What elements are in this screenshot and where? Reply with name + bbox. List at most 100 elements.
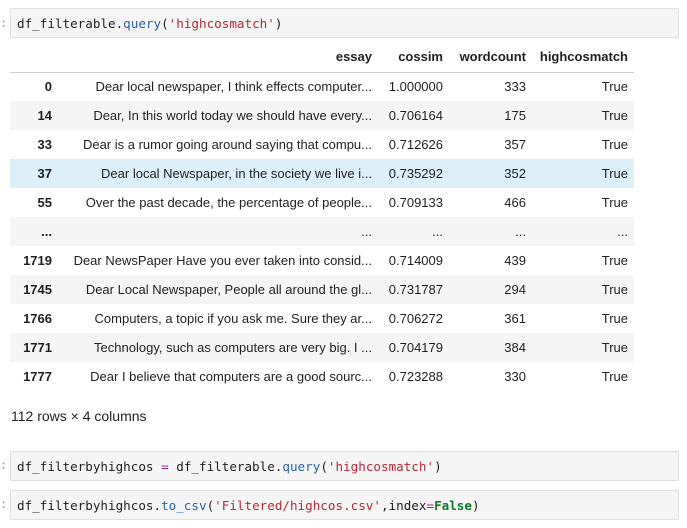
cell-essay: Dear local newspaper, I think effects co… xyxy=(95,79,372,95)
code-cell-to-csv[interactable]: df_filterbyhighcos.to_csv('Filtered/high… xyxy=(10,490,679,520)
cell-cossim: 0.723288 xyxy=(388,369,443,384)
column-header-cossim: cossim xyxy=(378,42,449,73)
column-header-essay: essay xyxy=(58,42,378,73)
cell-wordcount: 333 xyxy=(504,79,526,95)
index-header xyxy=(10,42,58,73)
dataframe-table: essay cossim wordcount highcosmatch 0 Dea… xyxy=(10,42,634,391)
row-index: 1745 xyxy=(23,282,52,297)
cell-highcosmatch: True xyxy=(601,282,628,297)
cell-cossim: ... xyxy=(432,224,443,239)
table-row[interactable]: 1745 Dear Local Newspaper, People all aro… xyxy=(10,275,634,304)
column-header-highcosmatch: highcosmatch xyxy=(532,42,634,73)
code-token: query xyxy=(123,16,162,31)
column-header-wordcount: wordcount xyxy=(449,42,532,73)
table-row[interactable]: 37 Dear local Newspaper, in the society w… xyxy=(10,159,634,188)
row-index: 1766 xyxy=(23,311,52,326)
row-index: 1771 xyxy=(23,340,52,355)
code-token: 'highcosmatch' xyxy=(327,459,435,474)
cell-essay: Computers, a topic if you ask me. Sure t… xyxy=(94,311,372,326)
cell-wordcount: 294 xyxy=(504,282,526,297)
table-row[interactable]: 1766 Computers, a topic if you ask me. Su… xyxy=(10,304,634,333)
table-row[interactable]: 1771 Technology, such as computers are ve… xyxy=(10,333,634,362)
code-token: ) xyxy=(434,459,442,474)
code-token: query xyxy=(282,459,321,474)
cell-cossim: 0.706272 xyxy=(388,311,443,326)
row-index: 1719 xyxy=(23,253,52,268)
cell-highcosmatch: True xyxy=(601,79,628,95)
row-index: ... xyxy=(41,224,52,239)
code-line[interactable]: df_filterable.query('highcosmatch') xyxy=(17,16,282,32)
cell-wordcount: 357 xyxy=(504,137,526,152)
code-cell-assign[interactable]: df_filterbyhighcos = df_filterable.query… xyxy=(10,451,679,481)
table-row[interactable]: 55 Over the past decade, the percentage o… xyxy=(10,188,634,217)
code-token: False xyxy=(434,498,472,513)
cell-cossim: 0.709133 xyxy=(388,195,443,210)
code-token: ) xyxy=(471,498,480,513)
cell-essay: Dear local Newspaper, in the society we … xyxy=(101,166,372,181)
code-token: df_filterbyhighcos xyxy=(17,459,162,474)
cell-cossim: 0.714009 xyxy=(388,253,443,268)
table-row[interactable]: 1777 Dear I believe that computers are a … xyxy=(10,362,634,391)
code-token: = xyxy=(426,498,435,513)
cell-cossim: 1.000000 xyxy=(388,79,443,95)
cell-highcosmatch: True xyxy=(601,195,628,210)
cell-highcosmatch: True xyxy=(601,369,628,384)
cell-prompt-marker: : xyxy=(0,16,8,30)
cell-cossim: 0.712626 xyxy=(388,137,443,152)
code-line[interactable]: df_filterbyhighcos = df_filterable.query… xyxy=(17,459,442,475)
row-index: 33 xyxy=(37,137,52,152)
cell-wordcount: 175 xyxy=(504,108,526,123)
row-index: 14 xyxy=(37,108,52,123)
cell-essay: Over the past decade, the percentage of … xyxy=(85,195,372,210)
cell-highcosmatch: True xyxy=(601,311,628,326)
code-token: df_filterable. xyxy=(168,459,283,474)
cell-essay: Technology, such as computers are very b… xyxy=(94,340,372,355)
table-row[interactable]: 33 Dear is a rumor going around saying th… xyxy=(10,130,634,159)
code-cell-query[interactable]: df_filterable.query('highcosmatch') xyxy=(10,8,679,38)
cell-essay: Dear NewsPaper Have you ever taken into … xyxy=(73,253,372,268)
row-index: 0 xyxy=(44,79,52,95)
cell-wordcount: ... xyxy=(515,224,526,239)
cell-essay: Dear is a rumor going around saying that… xyxy=(82,137,372,152)
code-token: 'highcosmatch' xyxy=(168,16,275,31)
cell-essay: Dear Local Newspaper, People all around … xyxy=(85,282,372,297)
cell-essay: Dear, In this world today we should have… xyxy=(93,108,372,123)
table-row[interactable]: 14 Dear, In this world today we should ha… xyxy=(10,101,634,130)
code-token: ,index xyxy=(380,498,427,513)
cell-highcosmatch: ... xyxy=(617,224,628,239)
cell-cossim: 0.706164 xyxy=(388,108,443,123)
dataframe-shape-text: 112 rows × 4 columns xyxy=(11,408,147,424)
code-token: ) xyxy=(274,16,283,31)
table-row[interactable]: 0 Dear local newspaper, I think effects c… xyxy=(10,72,634,101)
cell-highcosmatch: True xyxy=(601,166,628,181)
cell-highcosmatch: True xyxy=(601,137,628,152)
row-index: 55 xyxy=(37,195,52,210)
code-token: 'Filtered/highcos.csv' xyxy=(214,498,381,513)
cell-essay: Dear I believe that computers are a good… xyxy=(90,369,372,384)
cell-wordcount: 352 xyxy=(504,166,526,181)
cell-wordcount: 384 xyxy=(504,340,526,355)
code-token: to_csv xyxy=(161,498,207,513)
cell-highcosmatch: True xyxy=(601,253,628,268)
cell-cossim: 0.735292 xyxy=(388,166,443,181)
table-row[interactable]: ............... xyxy=(10,217,634,246)
table-header-row: essay cossim wordcount highcosmatch xyxy=(10,42,634,73)
row-index: 1777 xyxy=(23,369,52,384)
table-row[interactable]: 1719 Dear NewsPaper Have you ever taken i… xyxy=(10,246,634,275)
cell-wordcount: 361 xyxy=(504,311,526,326)
cell-prompt-marker: : xyxy=(0,458,8,472)
code-token: df_filterable. xyxy=(17,16,124,31)
cell-cossim: 0.731787 xyxy=(388,282,443,297)
row-index: 37 xyxy=(37,166,52,181)
code-line[interactable]: df_filterbyhighcos.to_csv('Filtered/high… xyxy=(17,498,480,514)
cell-wordcount: 439 xyxy=(504,253,526,268)
cell-wordcount: 466 xyxy=(504,195,526,210)
cell-wordcount: 330 xyxy=(504,369,526,384)
cell-cossim: 0.704179 xyxy=(388,340,443,355)
code-token: = xyxy=(161,459,169,474)
cell-highcosmatch: True xyxy=(601,340,628,355)
cell-prompt-marker: : xyxy=(0,497,8,511)
cell-highcosmatch: True xyxy=(601,108,628,123)
code-token: ( xyxy=(320,459,328,474)
cell-essay: ... xyxy=(361,224,372,239)
